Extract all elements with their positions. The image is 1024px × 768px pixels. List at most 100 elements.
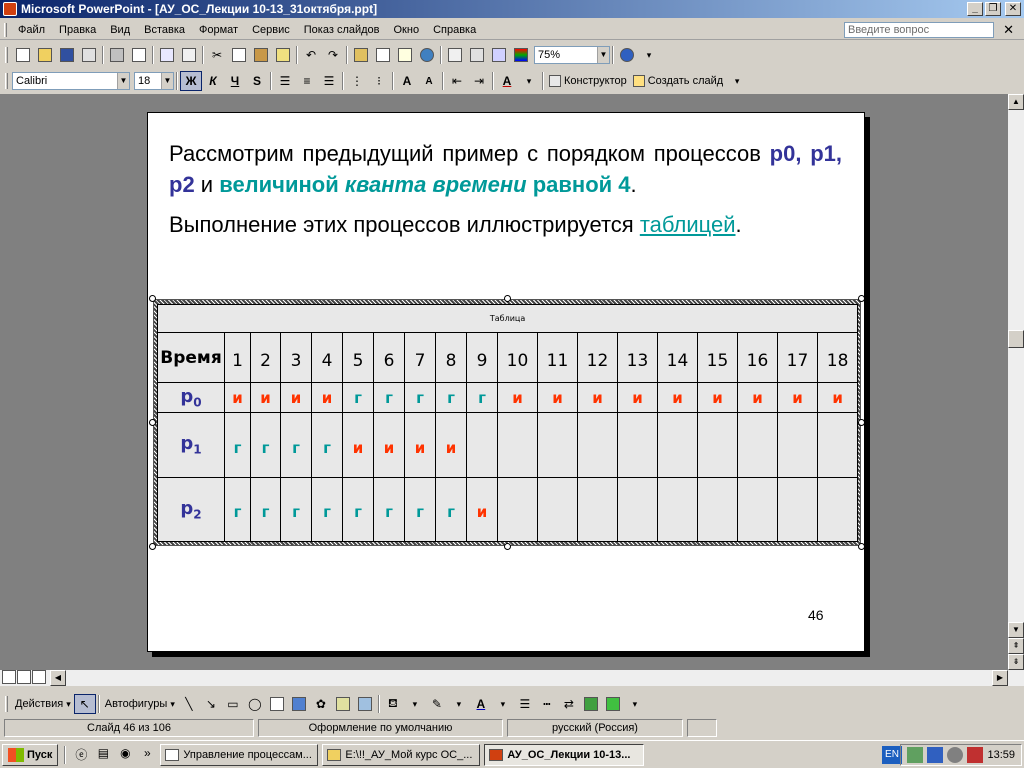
print-icon[interactable]	[106, 45, 128, 65]
toolbar-grip[interactable]	[5, 47, 8, 63]
resize-handle[interactable]	[858, 295, 865, 302]
time-header-cell[interactable]: 3	[280, 332, 312, 384]
menu-edit[interactable]: Правка	[52, 24, 103, 36]
line-style-icon[interactable]: ☰	[514, 694, 536, 714]
scroll-up-icon[interactable]: ▲	[1008, 94, 1024, 110]
schedule-cell[interactable]: и	[577, 382, 618, 414]
scroll-right-icon[interactable]: ▶	[992, 670, 1008, 686]
schedule-cell[interactable]	[497, 412, 538, 478]
table-selection-frame[interactable]: Таблица Время 1 2 3 4 5 6 7 8 9 10 11 12 13 14 15 16 17 1…	[149, 295, 865, 550]
hyperlink-icon[interactable]	[416, 45, 438, 65]
schedule-cell[interactable]: и	[466, 476, 498, 543]
schedule-cell[interactable]: и	[737, 382, 778, 414]
normal-view-icon[interactable]	[2, 670, 16, 684]
increase-indent-icon[interactable]: ⇥	[468, 71, 490, 91]
schedule-cell[interactable]	[617, 412, 658, 478]
schedule-cell[interactable]: г	[342, 476, 374, 543]
schedule-cell[interactable]: г	[280, 412, 312, 478]
schedule-cell[interactable]: и	[657, 382, 698, 414]
start-button[interactable]: Пуск	[2, 743, 59, 766]
close-button[interactable]: ✕	[1005, 2, 1021, 16]
time-header-label[interactable]: Время	[157, 332, 225, 384]
schedule-cell[interactable]	[657, 412, 698, 478]
process-label[interactable]: p2	[157, 476, 225, 543]
clipart-icon[interactable]	[332, 694, 354, 714]
time-header-cell[interactable]: 14	[657, 332, 698, 384]
schedule-cell[interactable]	[777, 412, 818, 478]
3d-style-icon[interactable]	[602, 694, 624, 714]
rectangle-icon[interactable]: ▭	[222, 694, 244, 714]
schedule-cell[interactable]: г	[250, 412, 281, 478]
paste-icon[interactable]	[250, 45, 272, 65]
menu-slideshow[interactable]: Показ слайдов	[297, 24, 387, 36]
font-color-icon[interactable]: A	[496, 71, 518, 91]
restore-button[interactable]: ❐	[985, 2, 1001, 16]
chevron-down-icon[interactable]: ▼	[161, 73, 173, 89]
diagram-icon[interactable]: ✿	[310, 694, 332, 714]
time-header-cell[interactable]: 6	[373, 332, 405, 384]
schedule-cell[interactable]: г	[466, 382, 498, 414]
format-painter-icon[interactable]	[272, 45, 294, 65]
research-icon[interactable]	[178, 45, 200, 65]
resize-handle[interactable]	[504, 295, 511, 302]
expand-all-icon[interactable]	[444, 45, 466, 65]
chevron-down-icon[interactable]: ▾	[448, 694, 470, 714]
schedule-cell[interactable]: и	[435, 412, 467, 478]
select-objects-icon[interactable]: ↖	[73, 694, 96, 714]
schedule-cell[interactable]: г	[311, 412, 343, 478]
schedule-cell[interactable]	[737, 412, 778, 478]
schedule-cell[interactable]: и	[816, 382, 859, 414]
schedule-cell[interactable]: и	[617, 382, 658, 414]
schedule-cell[interactable]	[657, 476, 698, 543]
redo-icon[interactable]: ↷	[322, 45, 344, 65]
toolbar-options-icon[interactable]: ▾	[624, 694, 646, 714]
help-question-input[interactable]: Введите вопрос	[844, 22, 994, 38]
italic-button[interactable]: К	[202, 71, 224, 91]
spelling-icon[interactable]	[156, 45, 178, 65]
document-close-button[interactable]: ✕	[1003, 22, 1014, 38]
font-select[interactable]: Calibri ▼	[12, 72, 130, 90]
decrease-indent-icon[interactable]: ⇤	[446, 71, 468, 91]
arrow-icon[interactable]: ↘	[200, 694, 222, 714]
process-label[interactable]: p1	[157, 412, 225, 478]
slide-paragraph-2[interactable]: Выполнение этих процессов иллюстрируется…	[169, 209, 842, 240]
task-button-1[interactable]: Управление процессам...	[160, 743, 319, 766]
time-header-cell[interactable]: 10	[497, 332, 538, 384]
line-icon[interactable]: ╲	[178, 694, 200, 714]
slideshow-view-icon[interactable]	[32, 670, 46, 684]
schedule-table[interactable]: Таблица Время 1 2 3 4 5 6 7 8 9 10 11 12 13 14 15 16 17 1…	[156, 303, 859, 543]
picture-icon[interactable]	[354, 694, 376, 714]
copy-icon[interactable]	[228, 45, 250, 65]
minimize-button[interactable]: _	[967, 2, 983, 16]
schedule-cell[interactable]: и	[342, 412, 374, 478]
time-header-cell[interactable]: 8	[435, 332, 467, 384]
oval-icon[interactable]: ◯	[244, 694, 266, 714]
time-header-cell[interactable]: 15	[697, 332, 738, 384]
tray-icon[interactable]	[947, 747, 964, 763]
task-button-2[interactable]: E:\!!_АУ_Мой курс ОС_...	[322, 743, 481, 766]
resize-handle[interactable]	[149, 419, 156, 426]
align-right-icon[interactable]: ☰	[318, 71, 340, 91]
schedule-cell[interactable]	[577, 412, 618, 478]
tables-borders-icon[interactable]	[394, 45, 416, 65]
quicklaunch-more-icon[interactable]: »	[138, 746, 156, 764]
schedule-cell[interactable]	[777, 476, 818, 543]
schedule-cell[interactable]: г	[224, 412, 251, 478]
language-indicator[interactable]: EN	[882, 746, 902, 764]
new-icon[interactable]	[12, 45, 34, 65]
time-header-cell[interactable]: 1	[224, 332, 251, 384]
chevron-down-icon[interactable]: ▼	[117, 73, 129, 89]
scroll-thumb[interactable]	[1008, 330, 1024, 348]
slide-sorter-view-icon[interactable]	[17, 670, 31, 684]
network-icon[interactable]	[927, 747, 944, 763]
scroll-left-icon[interactable]: ◀	[50, 670, 66, 686]
tray-icon[interactable]	[907, 747, 924, 763]
schedule-cell[interactable]	[537, 476, 578, 543]
schedule-cell[interactable]: г	[250, 476, 281, 543]
schedule-cell[interactable]	[537, 412, 578, 478]
schedule-cell[interactable]	[697, 412, 738, 478]
toolbar-grip[interactable]	[5, 73, 8, 89]
table-hyperlink[interactable]: таблицей	[640, 212, 736, 237]
help-icon[interactable]	[616, 45, 638, 65]
resize-handle[interactable]	[858, 419, 865, 426]
